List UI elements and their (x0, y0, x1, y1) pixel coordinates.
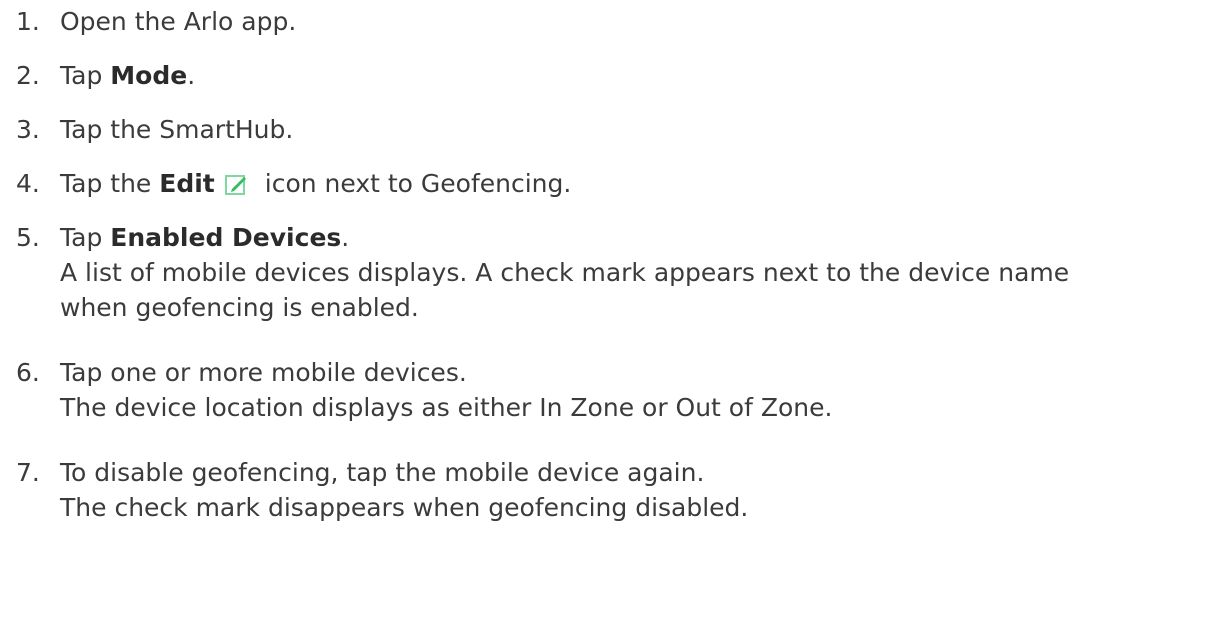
step-number: 6. (16, 358, 40, 387)
step-3: 3. Tap the SmartHub. (16, 112, 1216, 147)
enabled-devices-label: Enabled Devices (110, 223, 342, 252)
instruction-steps: 1. Open the Arlo app. 2. Tap Mode. 3. Ta… (16, 4, 1216, 544)
mode-label: Mode (110, 61, 188, 90)
step-number: 2. (16, 61, 40, 90)
step-detail: The device location displays as either I… (60, 390, 1216, 425)
step-text: Tap Mode. (60, 58, 1216, 93)
step-6: 6. Tap one or more mobile devices. The d… (16, 355, 1216, 425)
step-text: Tap the Edit icon next to Geofencing. (60, 166, 1216, 201)
step-number: 1. (16, 7, 40, 36)
step-number: 5. (16, 223, 40, 252)
step-text: Open the Arlo app. (60, 7, 297, 36)
step-4: 4. Tap the Edit icon next to Geofencing. (16, 166, 1216, 201)
step-detail: The check mark disappears when geofencin… (60, 490, 1216, 525)
step-text-prefix: Tap (60, 61, 111, 90)
step-text-suffix: . (187, 61, 196, 90)
step-detail: A list of mobile devices displays. A che… (60, 255, 1216, 325)
step-text-suffix: . (341, 223, 350, 252)
step-detail-line: The check mark disappears when geofencin… (60, 493, 749, 522)
step-detail-line: A list of mobile devices displays. A che… (60, 258, 1070, 287)
step-number: 7. (16, 458, 40, 487)
step-detail-line: when geofencing is enabled. (60, 293, 419, 322)
page: { "steps": [ { "num": "1.", "parts": { "… (0, 0, 1225, 635)
step-text: Tap the SmartHub. (60, 115, 294, 144)
step-5: 5. Tap Enabled Devices. A list of mobile… (16, 220, 1216, 325)
step-text-prefix: Tap (60, 223, 111, 252)
step-text: Tap one or more mobile devices. (60, 358, 467, 387)
step-text-prefix: Tap the (60, 169, 160, 198)
step-1: 1. Open the Arlo app. (16, 4, 1216, 39)
step-2: 2. Tap Mode. (16, 58, 1216, 93)
step-7: 7. To disable geofencing, tap the mobile… (16, 455, 1216, 525)
step-detail-line: The device location displays as either I… (60, 393, 833, 422)
step-text: Tap Enabled Devices. (60, 220, 1216, 255)
step-text: To disable geofencing, tap the mobile de… (60, 458, 705, 487)
step-number: 4. (16, 169, 40, 198)
step-text-suffix: icon next to Geofencing. (264, 169, 572, 198)
step-number: 3. (16, 115, 40, 144)
edit-label: Edit (159, 169, 215, 198)
pencil-edit-icon (224, 169, 247, 195)
